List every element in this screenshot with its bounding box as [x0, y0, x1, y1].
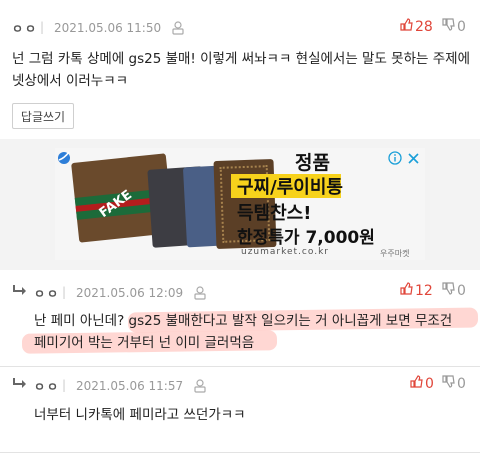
comment-nickname[interactable]: ㅇㅇ	[34, 378, 60, 395]
ad-logo-icon	[57, 150, 71, 169]
ad-headline-4: 한정특가 7,000원	[237, 228, 375, 248]
downvote-count: 0	[457, 375, 466, 392]
ad-info-icon[interactable]	[388, 150, 402, 169]
comment-date: 2021.05.06 12:09	[76, 286, 184, 300]
comment-text: 너부터 니카톡에 페미라고 쓰던가ㅋㅋ	[34, 407, 246, 423]
user-icon[interactable]	[194, 285, 206, 304]
ad-headline-1: 정품	[295, 152, 330, 174]
comment-nickname[interactable]: ㅇㅇ	[12, 20, 38, 37]
downvote-count: 0	[457, 18, 466, 35]
thumbs-down-icon	[442, 18, 455, 35]
ad-banner[interactable]: FAKE 정품 구찌/루이비통 득템찬스! 한정특가 7,000원 uzumar…	[55, 148, 425, 260]
downvote-button[interactable]: 0	[442, 375, 466, 392]
thumbs-down-icon	[442, 375, 455, 392]
comment-date: 2021.05.06 11:50	[54, 21, 162, 35]
upvote-button[interactable]: 0	[410, 375, 434, 392]
upvote-button[interactable]: 28	[400, 18, 433, 35]
downvote-button[interactable]: 0	[442, 18, 466, 35]
user-icon[interactable]	[172, 20, 184, 39]
divider	[0, 366, 480, 367]
ad-brand: 우주마켓	[380, 249, 410, 258]
downvote-button[interactable]: 0	[442, 282, 466, 299]
comment-text: 넌 그럼 카톡 상메에 gs25 불매! 이렇게 써놔ㅋㅋ 현실에서는 말도 못…	[12, 51, 470, 89]
divider	[0, 452, 480, 453]
comment-nickname[interactable]: ㅇㅇ	[34, 285, 60, 302]
meta-divider: |	[62, 285, 67, 299]
ad-headline-3: 득템찬스!	[237, 203, 312, 224]
ad-url[interactable]: uzumarket.co.kr	[241, 247, 329, 257]
comment-date: 2021.05.06 11:57	[76, 379, 184, 393]
thumbs-up-icon	[400, 282, 413, 299]
reply-arrow-icon	[12, 374, 28, 393]
upvote-count: 12	[415, 282, 433, 299]
meta-divider: |	[62, 378, 67, 392]
upvote-count: 28	[415, 18, 433, 35]
thumbs-down-icon	[442, 282, 455, 299]
reply-arrow-icon	[12, 281, 28, 300]
thumbs-up-icon	[400, 18, 413, 35]
ad-headline-2: 구찌/루이비통	[237, 177, 343, 198]
ad-close-icon[interactable]	[407, 150, 420, 169]
upvote-button[interactable]: 12	[400, 282, 433, 299]
meta-divider: |	[40, 20, 45, 34]
reply-button[interactable]: 답글쓰기	[12, 103, 74, 129]
comment-text: 난 페미 아닌데? gs25 불매한다고 발작 일으키는 거 아니꼽게 보면 무…	[34, 313, 453, 351]
downvote-count: 0	[457, 282, 466, 299]
upvote-count: 0	[425, 375, 434, 392]
thumbs-up-icon	[410, 375, 423, 392]
user-icon[interactable]	[194, 378, 206, 397]
